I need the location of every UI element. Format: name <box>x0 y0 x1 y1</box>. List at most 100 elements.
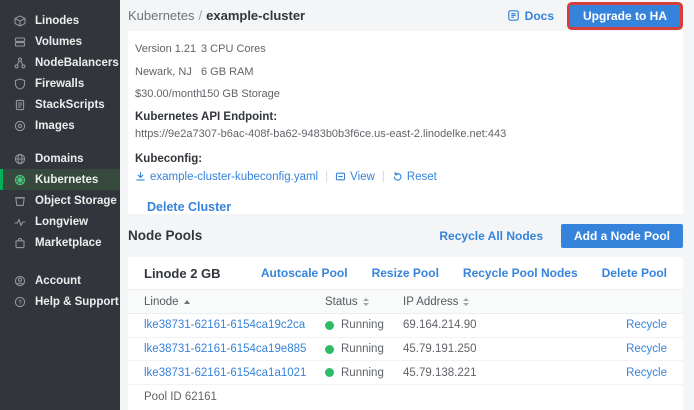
node-link[interactable]: lke38731-62161-6154ca1a1021 <box>144 367 325 379</box>
kubeconfig-filename: example-cluster-kubeconfig.yaml <box>150 171 318 183</box>
table-row: lke38731-62161-6154ca1a1021 Running 45.7… <box>128 361 683 385</box>
main-content: Kubernetes /example-cluster Docs Upgrade … <box>120 0 694 410</box>
pool-card: Linode 2 GB Autoscale Pool Resize Pool R… <box>128 257 683 410</box>
sort-icon <box>463 298 469 306</box>
pool-name: Linode 2 GB <box>144 266 221 281</box>
sidebar-item-label: Kubernetes <box>35 174 98 186</box>
sidebar-item-linodes[interactable]: Linodes <box>0 10 120 31</box>
nodebalancers-icon <box>14 57 26 69</box>
kubeconfig-label: Kubeconfig: <box>135 153 673 165</box>
status-label: Running <box>341 367 384 379</box>
recycle-node-link[interactable]: Recycle <box>607 319 667 331</box>
column-label: Status <box>325 296 358 308</box>
breadcrumb-current: example-cluster <box>206 8 305 23</box>
cluster-summary-grid: Version 1.21 3 CPU Cores Newark, NJ 6 GB… <box>135 40 673 100</box>
kubeconfig-view-link[interactable]: View <box>335 171 375 183</box>
sidebar-item-images[interactable]: Images <box>0 115 120 136</box>
object-storage-bucket-icon <box>14 195 26 207</box>
add-node-pool-button[interactable]: Add a Node Pool <box>561 224 683 248</box>
api-endpoint-label: Kubernetes API Endpoint: <box>135 111 673 123</box>
sidebar-item-label: NodeBalancers <box>35 57 119 69</box>
node-link[interactable]: lke38731-62161-6154ca19e885 <box>144 343 325 355</box>
svg-text:?: ? <box>18 299 22 306</box>
topbar-actions: Docs Upgrade to HA <box>507 5 683 27</box>
sidebar-item-kubernetes[interactable]: Kubernetes <box>0 169 120 190</box>
column-header-linode[interactable]: Linode <box>144 296 325 308</box>
linode-cube-icon <box>14 15 26 27</box>
sidebar-item-domains[interactable]: Domains <box>0 148 120 169</box>
sidebar-item-firewalls[interactable]: Firewalls <box>0 73 120 94</box>
sidebar-item-label: Account <box>35 275 81 287</box>
images-disc-icon <box>14 120 26 132</box>
status-cell: Running <box>325 319 403 331</box>
sidebar-item-stackscripts[interactable]: StackScripts <box>0 94 120 115</box>
cluster-price: $30.00/month <box>135 88 201 100</box>
delete-cluster-button[interactable]: Delete Cluster <box>147 200 231 214</box>
ip-address: 69.164.214.90 <box>403 319 607 331</box>
cluster-ram: 6 GB RAM <box>201 66 673 78</box>
sort-ascending-icon <box>184 300 190 304</box>
marketplace-bag-icon <box>14 237 26 249</box>
node-link[interactable]: lke38731-62161-6154ca19c2ca <box>144 319 325 331</box>
api-endpoint-url: https://9e2a7307-b6ac-408f-ba62-9483b0b3… <box>135 128 673 140</box>
pool-id: Pool ID 62161 <box>128 385 683 409</box>
upgrade-to-ha-button[interactable]: Upgrade to HA <box>570 5 680 27</box>
recycle-node-link[interactable]: Recycle <box>607 367 667 379</box>
sidebar-item-label: Linodes <box>35 15 79 27</box>
docs-link[interactable]: Docs <box>507 9 554 23</box>
status-running-icon <box>325 368 334 377</box>
status-label: Running <box>341 319 384 331</box>
help-question-icon: ? <box>14 296 26 308</box>
cluster-storage: 150 GB Storage <box>201 88 673 100</box>
reset-label: Reset <box>407 171 437 183</box>
breadcrumb-section[interactable]: Kubernetes <box>128 8 195 23</box>
sidebar-group-gap <box>0 136 120 148</box>
docs-icon <box>507 9 520 22</box>
sidebar-item-label: Images <box>35 120 75 132</box>
recycle-pool-nodes-link[interactable]: Recycle Pool Nodes <box>463 266 578 280</box>
resize-pool-link[interactable]: Resize Pool <box>372 266 439 280</box>
sidebar-item-help-support[interactable]: ? Help & Support <box>0 291 120 312</box>
account-person-icon <box>14 275 26 287</box>
sidebar-item-volumes[interactable]: Volumes <box>0 31 120 52</box>
sidebar-item-longview[interactable]: Longview <box>0 211 120 232</box>
domains-globe-icon <box>14 153 26 165</box>
column-header-status[interactable]: Status <box>325 296 403 308</box>
sidebar-item-label: Object Storage <box>35 195 117 207</box>
kubernetes-wheel-icon <box>14 174 26 186</box>
sidebar-item-label: Domains <box>35 153 84 165</box>
node-pools-header: Node Pools Recycle All Nodes Add a Node … <box>128 214 683 257</box>
status-running-icon <box>325 345 334 354</box>
pool-table-header: Linode Status IP Address <box>128 289 683 314</box>
sidebar-item-account[interactable]: Account <box>0 270 120 291</box>
view-icon <box>335 171 346 182</box>
cluster-region: Newark, NJ <box>135 66 201 78</box>
status-cell: Running <box>325 343 403 355</box>
recycle-node-link[interactable]: Recycle <box>607 343 667 355</box>
autoscale-pool-link[interactable]: Autoscale Pool <box>261 266 348 280</box>
divider: | <box>382 171 385 183</box>
reset-icon <box>392 171 403 182</box>
firewall-shield-icon <box>14 78 26 90</box>
column-label: IP Address <box>403 296 458 308</box>
sidebar-item-object-storage[interactable]: Object Storage <box>0 190 120 211</box>
delete-pool-link[interactable]: Delete Pool <box>602 266 667 280</box>
table-row: lke38731-62161-6154ca19e885 Running 45.7… <box>128 338 683 362</box>
node-pools-actions: Recycle All Nodes Add a Node Pool <box>439 224 683 248</box>
sidebar-item-marketplace[interactable]: Marketplace <box>0 232 120 253</box>
recycle-all-nodes-link[interactable]: Recycle All Nodes <box>439 229 543 243</box>
longview-pulse-icon <box>14 216 26 228</box>
sidebar: Linodes Volumes NodeBalancers Firewalls … <box>0 0 120 410</box>
kubeconfig-download-link[interactable]: example-cluster-kubeconfig.yaml <box>135 171 318 183</box>
kubeconfig-reset-link[interactable]: Reset <box>392 171 437 183</box>
sidebar-item-label: Volumes <box>35 36 82 48</box>
sidebar-group-gap <box>0 253 120 270</box>
volumes-icon <box>14 36 26 48</box>
column-header-ip-address[interactable]: IP Address <box>403 296 607 308</box>
breadcrumb-separator: / <box>199 8 203 23</box>
sidebar-item-label: Help & Support <box>35 296 119 308</box>
cluster-version: Version 1.21 <box>135 43 201 55</box>
sidebar-item-nodebalancers[interactable]: NodeBalancers <box>0 52 120 73</box>
node-pools-title: Node Pools <box>128 228 202 243</box>
sort-icon <box>363 298 369 306</box>
